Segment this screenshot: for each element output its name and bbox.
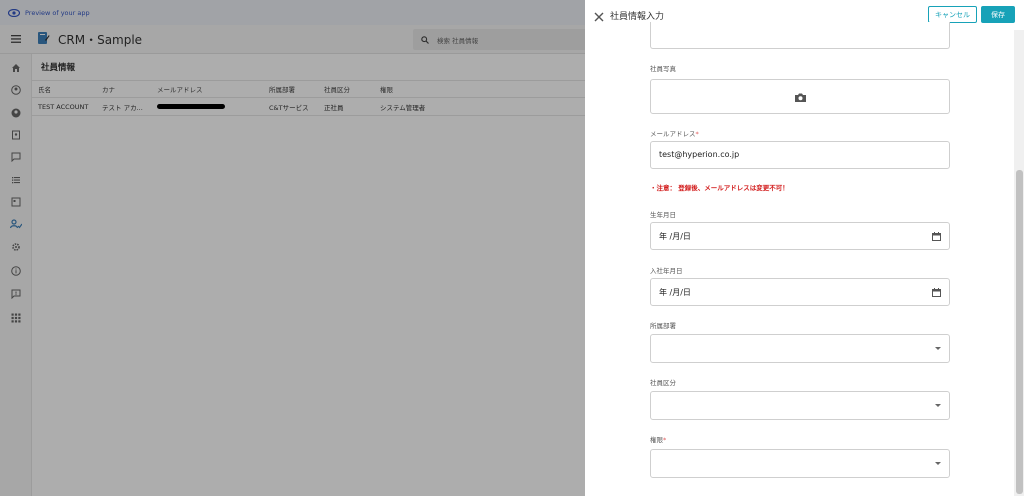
save-button[interactable]: 保存 xyxy=(981,6,1015,23)
text-field-partial[interactable] xyxy=(650,22,950,49)
role-select[interactable] xyxy=(650,449,950,478)
cancel-button[interactable]: キャンセル xyxy=(928,6,977,23)
join-date-field[interactable]: 年 /月/日 xyxy=(650,278,950,306)
email-warning: ・注意： 登録後、メールアドレスは変更不可！ xyxy=(650,184,789,192)
role-label: 権限* xyxy=(650,436,667,444)
birthdate-value: 年 /月/日 xyxy=(659,232,691,241)
scrollbar-thumb[interactable] xyxy=(1016,170,1023,494)
modal-scrim-top[interactable] xyxy=(0,0,585,25)
join-date-value: 年 /月/日 xyxy=(659,288,691,297)
email-label: メールアドレス* xyxy=(650,130,699,138)
photo-label: 社員写真 xyxy=(650,65,676,73)
close-icon[interactable] xyxy=(593,8,605,22)
calendar-icon[interactable] xyxy=(932,288,941,297)
email-field[interactable]: test@hyperion.co.jp xyxy=(650,141,950,169)
modal-scrim[interactable] xyxy=(0,25,585,496)
employee-type-select[interactable] xyxy=(650,391,950,420)
camera-icon xyxy=(795,93,806,102)
employee-form-panel: 社員情報入力 キャンセル 保存 社員写真 メールアドレス* test@hyper… xyxy=(585,0,1024,496)
email-value: test@hyperion.co.jp xyxy=(659,150,740,159)
birthdate-field[interactable]: 年 /月/日 xyxy=(650,222,950,250)
department-select[interactable] xyxy=(650,334,950,363)
calendar-icon[interactable] xyxy=(932,232,941,241)
join-date-label: 入社年月日 xyxy=(650,267,683,275)
birthdate-label: 生年月日 xyxy=(650,211,676,219)
chevron-down-icon xyxy=(935,347,941,350)
photo-upload[interactable] xyxy=(650,79,950,114)
panel-title: 社員情報入力 xyxy=(610,12,665,22)
chevron-down-icon xyxy=(935,462,941,465)
employee-type-label: 社員区分 xyxy=(650,379,676,387)
department-label: 所属部署 xyxy=(650,322,676,330)
chevron-down-icon xyxy=(935,404,941,407)
